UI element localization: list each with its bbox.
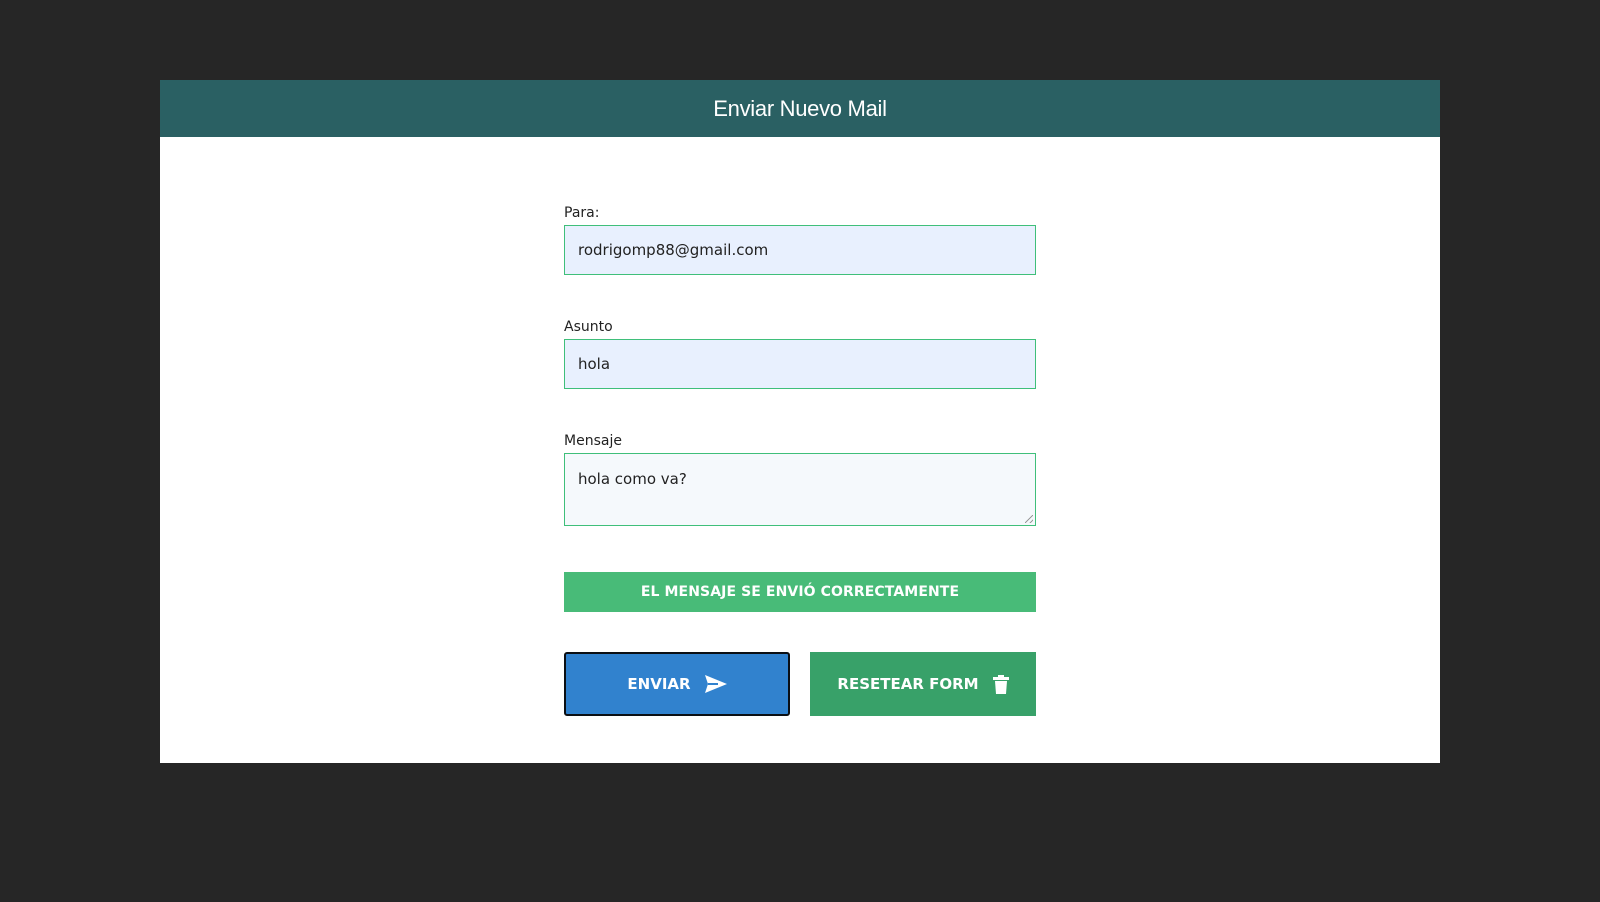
email-form-card: Enviar Nuevo Mail Para: rodrigomp88@gmai… [160,80,1440,763]
send-button-label: ENVIAR [627,675,691,693]
subject-field-group: Asunto hola [564,319,1036,389]
resize-handle-icon[interactable] [1025,515,1033,523]
card-header: Enviar Nuevo Mail [160,80,1440,137]
to-input[interactable]: rodrigomp88@gmail.com [564,225,1036,275]
to-label: Para: [564,205,600,221]
subject-label: Asunto [564,319,613,335]
page-title: Enviar Nuevo Mail [713,95,887,121]
success-banner: EL MENSAJE SE ENVIÓ CORRECTAMENTE [564,572,1036,612]
send-button[interactable]: ENVIAR [564,652,790,716]
form-actions: ENVIAR RESETEAR FORM [564,652,1036,716]
message-field-group: Mensaje hola como va? [564,433,1036,526]
message-text: hola como va? [578,470,687,488]
reset-button-label: RESETEAR FORM [837,675,979,693]
message-textarea[interactable]: hola como va? [564,453,1036,526]
reset-form-button[interactable]: RESETEAR FORM [810,652,1036,716]
send-icon [704,675,727,693]
subject-input[interactable]: hola [564,339,1036,389]
to-field-group: Para: rodrigomp88@gmail.com [564,205,1036,275]
success-text: EL MENSAJE SE ENVIÓ CORRECTAMENTE [640,584,960,600]
email-form: Para: rodrigomp88@gmail.com Asunto hola … [564,205,1036,716]
trash-icon [992,674,1009,694]
message-label: Mensaje [564,433,622,449]
